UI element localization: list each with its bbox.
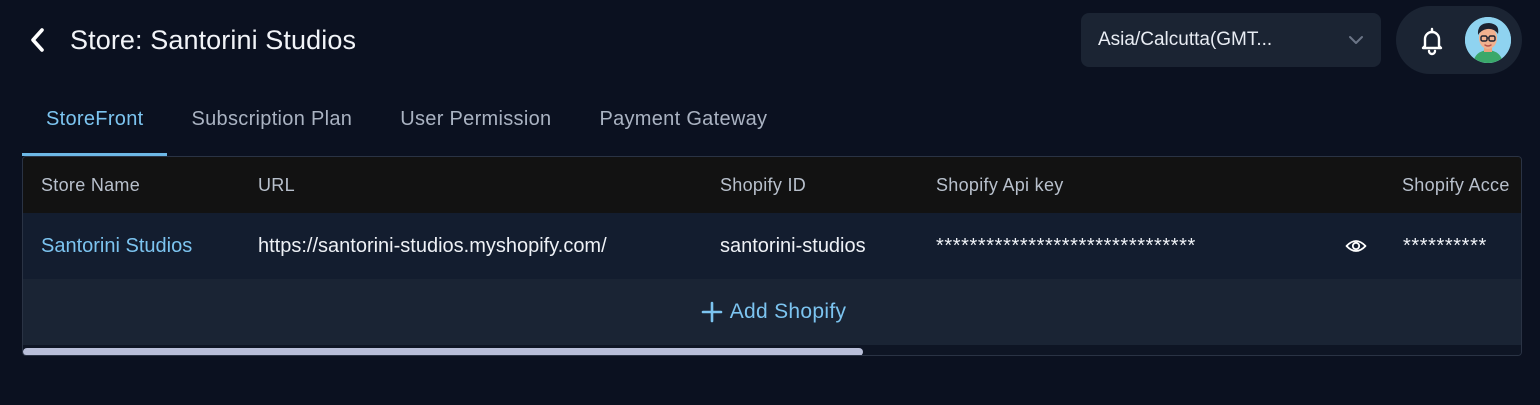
- table-row: Santorini Studios https://santorini-stud…: [23, 213, 1521, 279]
- tab-subscription-plan[interactable]: Subscription Plan: [167, 96, 376, 156]
- header-actions: [1396, 6, 1522, 74]
- column-header-access-token: Shopify Acce: [1402, 174, 1510, 195]
- store-name-link[interactable]: Santorini Studios: [41, 213, 192, 279]
- horizontal-scrollbar[interactable]: [23, 345, 1521, 355]
- tab-storefront[interactable]: StoreFront: [22, 96, 168, 156]
- shopify-table: Store Name URL Shopify ID Shopify Api ke…: [22, 156, 1522, 356]
- avatar[interactable]: [1465, 17, 1511, 63]
- column-header-api-key: Shopify Api key: [936, 174, 1064, 195]
- tab-payment-gateway[interactable]: Payment Gateway: [575, 96, 791, 156]
- back-button[interactable]: [22, 24, 54, 56]
- table-header: Store Name URL Shopify ID Shopify Api ke…: [23, 157, 1521, 213]
- add-shopify-label: Add Shopify: [729, 300, 847, 323]
- store-settings-page: Store: Santorini Studios Asia/Calcutta(G…: [0, 0, 1540, 405]
- scrollbar-thumb[interactable]: [23, 348, 863, 355]
- column-header-url: URL: [258, 174, 295, 195]
- settings-tabs: StoreFront Subscription Plan User Permis…: [22, 96, 791, 156]
- eye-icon[interactable]: [1345, 237, 1367, 255]
- store-url: https://santorini-studios.myshopify.com/: [258, 234, 607, 257]
- chevron-left-icon: [31, 28, 44, 52]
- timezone-value: Asia/Calcutta(GMT...: [1098, 29, 1273, 50]
- chevron-down-icon: [1347, 31, 1365, 49]
- shopify-id: santorini-studios: [720, 234, 866, 257]
- column-header-store-name: Store Name: [41, 174, 141, 195]
- page-title: Store: Santorini Studios: [70, 25, 357, 55]
- column-header-shopify-id: Shopify ID: [720, 174, 807, 195]
- api-key-masked: *******************************: [936, 234, 1196, 257]
- add-shopify-row: Add Shopify: [23, 279, 1521, 345]
- timezone-select[interactable]: Asia/Calcutta(GMT...: [1081, 13, 1381, 67]
- bell-icon[interactable]: [1418, 26, 1446, 56]
- tab-user-permission[interactable]: User Permission: [376, 96, 575, 156]
- access-token-masked: **********: [1403, 234, 1487, 257]
- plus-icon: [700, 300, 724, 324]
- add-shopify-button[interactable]: Add Shopify: [700, 300, 847, 324]
